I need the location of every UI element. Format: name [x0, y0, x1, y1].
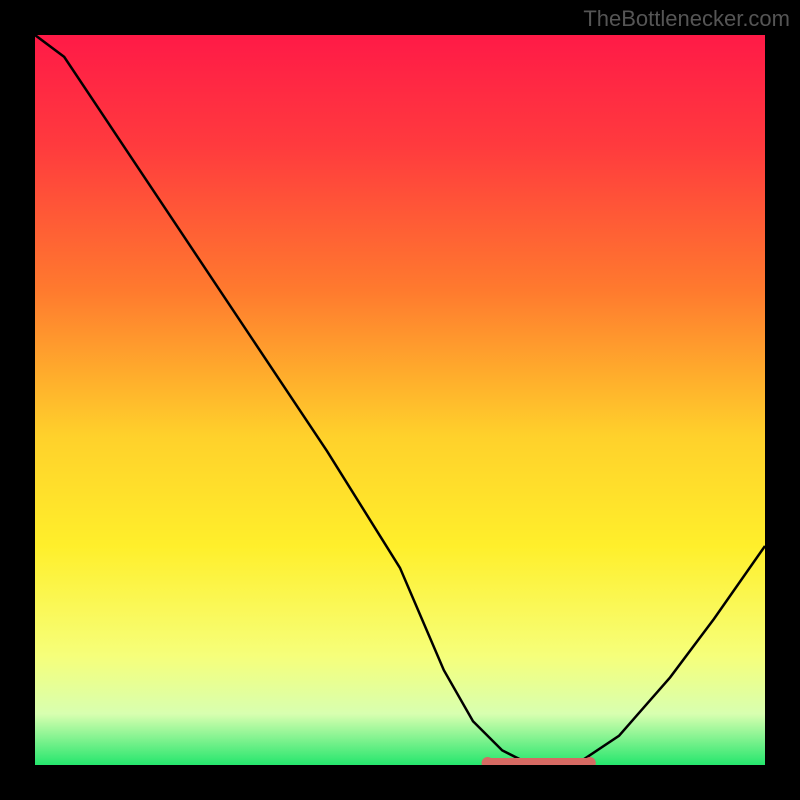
chart-plot-area: [35, 35, 765, 765]
gradient-background: [35, 35, 765, 765]
chart-svg: [35, 35, 765, 765]
watermark-text: TheBottlenecker.com: [583, 6, 790, 32]
chart-frame: TheBottlenecker.com: [0, 0, 800, 800]
